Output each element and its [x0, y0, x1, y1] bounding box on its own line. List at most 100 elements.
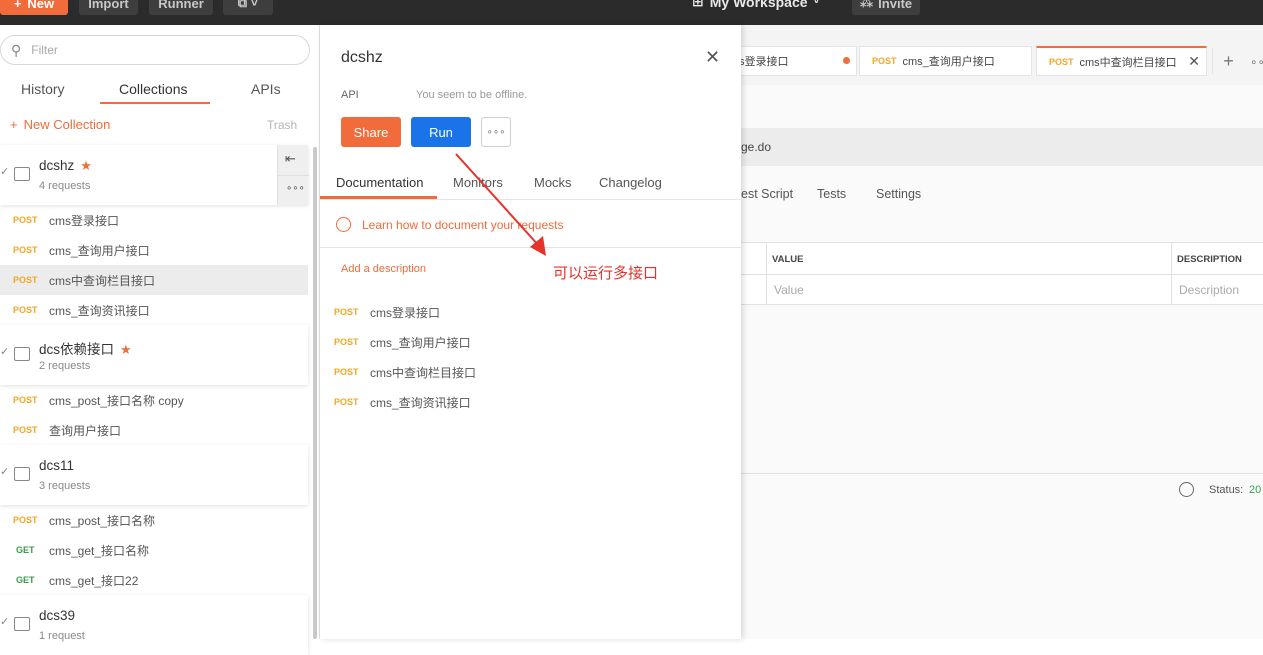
request-name: cms_post_接口名称 copy	[49, 393, 184, 408]
request-item[interactable]: GET cms_get_接口名称	[0, 535, 308, 565]
import-button[interactable]: Import	[79, 0, 138, 15]
request-item[interactable]: POST cms中查询栏目接口	[0, 265, 308, 295]
search-placeholder: Filter	[31, 43, 58, 57]
more-tabs-icon[interactable]: ∘∘∘	[1250, 55, 1263, 69]
tab-tests[interactable]: Tests	[817, 187, 846, 201]
sidebar-scrollbar[interactable]	[313, 147, 317, 639]
url-bar[interactable]	[741, 128, 1263, 166]
share-label: Share	[353, 124, 389, 140]
chevron-down-icon: ✓	[0, 166, 10, 178]
method-badge: POST	[13, 305, 38, 315]
api-label: API	[341, 89, 359, 101]
workspace-grid-icon: ⊞	[692, 0, 704, 9]
chevron-down-icon: ✓	[0, 346, 10, 358]
top-bar: + New Import Runner ⧉ ˅ ⊞ My Workspace ˅ ⁂ I…	[0, 0, 1263, 25]
request-tab-label: cms中查询栏目接口	[1079, 56, 1177, 69]
runner-label: Runner	[158, 0, 204, 11]
description-input[interactable]: Description	[1179, 283, 1239, 297]
run-button[interactable]: Run	[411, 117, 471, 147]
collapse-sidebar-icon[interactable]: ⇤	[285, 151, 296, 167]
collection-name: dcs依赖接口	[39, 342, 115, 357]
request-item[interactable]: POST cms_post_接口名称	[0, 505, 308, 535]
trash-link[interactable]: Trash	[267, 118, 297, 132]
search-input[interactable]: ⚲ Filter	[0, 35, 310, 65]
method-badge: POST	[13, 275, 38, 285]
doc-request-item[interactable]: POST cms_查询资讯接口	[334, 392, 471, 412]
status-value: 20	[1249, 484, 1262, 496]
globe-icon	[336, 217, 351, 232]
doc-request-item[interactable]: POST cms_查询用户接口	[334, 332, 471, 352]
tab-history[interactable]: History	[21, 81, 65, 97]
tab-collections[interactable]: Collections	[119, 81, 187, 97]
new-collection-button[interactable]: + New Collection	[10, 117, 110, 132]
tab-test-script[interactable]: est Script	[741, 187, 793, 201]
chevron-down-icon: ˅	[813, 0, 820, 7]
new-button[interactable]: + New	[0, 0, 68, 15]
chevron-down-icon: ✓	[0, 466, 10, 478]
star-icon[interactable]: ★	[80, 158, 92, 173]
request-item[interactable]: POST cms登录接口	[0, 205, 308, 235]
new-window-icon: ⧉ ˅	[237, 0, 259, 10]
chevron-down-icon: ✓	[0, 616, 10, 628]
collection-dcshz[interactable]: ✓ dcshz ★ 4 requests	[0, 145, 308, 205]
learn-documentation-link[interactable]: Learn how to document your requests	[362, 218, 563, 232]
request-tab-3[interactable]: POST cms中查询栏目接口 ✕	[1036, 46, 1207, 76]
doc-request-item[interactable]: POST cms登录接口	[334, 302, 440, 322]
request-editor	[741, 25, 1263, 639]
star-icon[interactable]: ★	[120, 342, 132, 357]
close-tab-icon[interactable]: ✕	[1188, 53, 1200, 70]
new-collection-label: New Collection	[23, 117, 111, 132]
folder-icon	[14, 467, 30, 481]
description-header: DESCRIPTION	[1177, 254, 1242, 265]
more-options-icon[interactable]: ∘∘∘	[286, 183, 305, 194]
request-tab-2[interactable]: POST cms_查询用户接口	[859, 46, 1032, 76]
method-badge: POST	[334, 307, 359, 317]
collection-name: dcshz	[39, 158, 75, 173]
request-name: 查询用户接口	[49, 423, 122, 438]
tab-documentation[interactable]: Documentation	[336, 175, 423, 190]
more-options-button[interactable]: ∘∘∘	[481, 117, 511, 147]
request-item[interactable]: POST 查询用户接口	[0, 415, 308, 445]
add-tab-icon[interactable]: +	[1212, 48, 1244, 74]
workspace-switcher[interactable]: ⊞ My Workspace ˅	[692, 0, 819, 10]
add-description-link[interactable]: Add a description	[341, 263, 426, 275]
request-item[interactable]: POST cms_查询用户接口	[0, 235, 308, 265]
collection-detail-panel: dcshz ✕ API You seem to be offline. Shar…	[320, 25, 741, 639]
tab-apis[interactable]: APIs	[251, 81, 281, 97]
status-label: Status:	[1209, 484, 1244, 496]
params-table: VALUE DESCRIPTION Value Description	[741, 242, 1263, 305]
collection-dcs-dependency[interactable]: ✓ dcs依赖接口 ★ 2 requests	[0, 325, 308, 385]
request-tab-1[interactable]: s登录接口	[735, 46, 857, 76]
tab-settings[interactable]: Settings	[876, 187, 921, 201]
doc-request-item[interactable]: POST cms中查询栏目接口	[334, 362, 476, 382]
request-item[interactable]: POST cms_查询资讯接口	[0, 295, 308, 325]
more-icon: ∘∘∘	[486, 126, 506, 138]
collection-dcs39[interactable]: ✓ dcs39 1 request	[0, 595, 308, 655]
tab-mocks[interactable]: Mocks	[534, 175, 572, 190]
close-icon[interactable]: ✕	[705, 47, 720, 68]
collection-count: 1 request	[39, 630, 85, 642]
request-name: cms_查询资讯接口	[370, 395, 471, 410]
runner-button[interactable]: Runner	[149, 0, 213, 15]
value-input[interactable]: Value	[774, 283, 804, 297]
request-tab-label: s登录接口	[739, 56, 789, 68]
annotation-text: 可以运行多接口	[553, 265, 659, 282]
request-name: cms登录接口	[370, 305, 440, 320]
method-badge: POST	[13, 245, 38, 255]
request-name: cms_get_接口22	[49, 573, 139, 588]
request-name: cms_查询用户接口	[370, 335, 471, 350]
collection-name: dcs11	[39, 458, 75, 473]
tab-monitors[interactable]: Monitors	[453, 175, 503, 190]
folder-icon	[14, 167, 30, 181]
new-window-button[interactable]: ⧉ ˅	[223, 0, 273, 15]
share-button[interactable]: Share	[341, 117, 401, 147]
method-badge: POST	[13, 425, 38, 435]
request-item[interactable]: POST cms_post_接口名称 copy	[0, 385, 308, 415]
globe-icon[interactable]	[1179, 482, 1194, 497]
invite-button[interactable]: ⁂ Invite	[852, 0, 920, 15]
plus-icon: +	[13, 0, 22, 11]
tab-changelog[interactable]: Changelog	[599, 175, 662, 190]
request-item[interactable]: GET cms_get_接口22	[0, 565, 308, 595]
request-name: cms_post_接口名称	[49, 513, 156, 528]
collection-dcs11[interactable]: ✓ dcs11 3 requests	[0, 445, 308, 505]
